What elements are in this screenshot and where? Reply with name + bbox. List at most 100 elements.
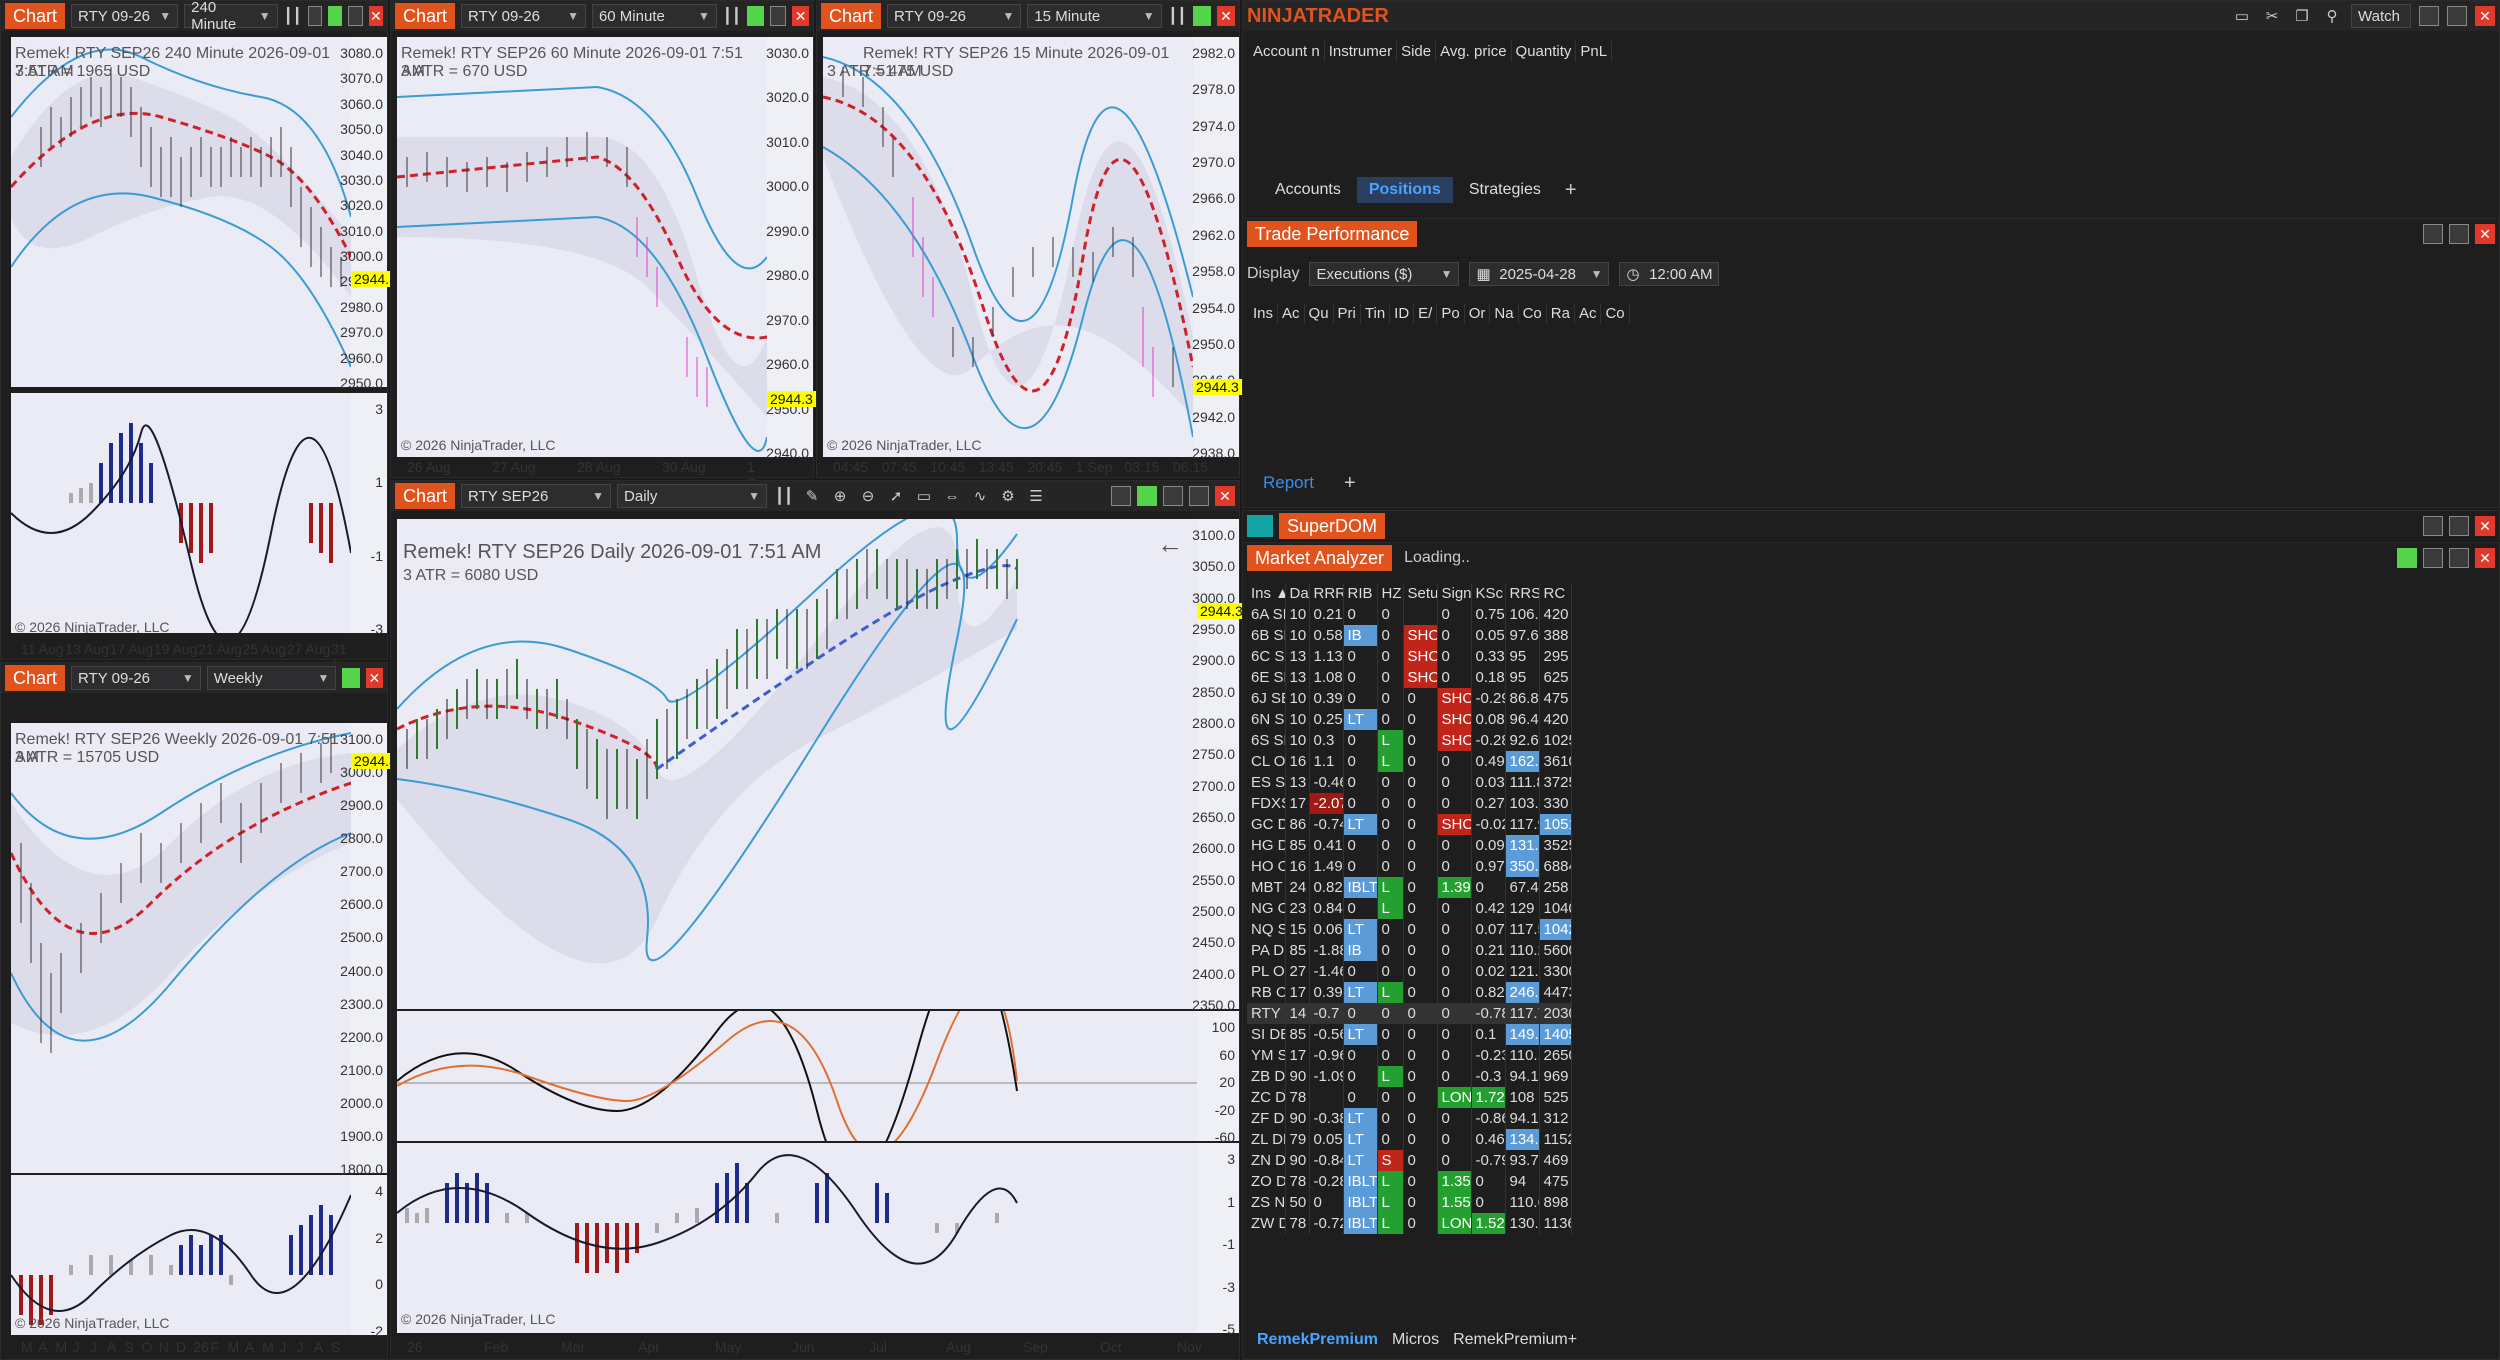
zoom-out-icon[interactable]: ⊖ — [857, 485, 879, 507]
chart-title[interactable]: Chart — [395, 483, 456, 509]
column-header[interactable]: Qu — [1304, 303, 1334, 324]
interval-selector[interactable]: Weekly ▼ — [206, 666, 337, 690]
table-row[interactable]: ZB DE90-1.090L00-0.394.1969 — [1247, 1066, 1572, 1087]
table-row[interactable]: GC DE86-0.74LT00SHOR-0.02117.910510 — [1247, 814, 1572, 835]
tools-icon[interactable]: ✂ — [2261, 5, 2283, 27]
link-green-button[interactable] — [1137, 486, 1157, 506]
chart-title[interactable]: Chart — [5, 665, 66, 691]
column-header[interactable]: PnL — [1575, 41, 1613, 62]
link-green-button[interactable] — [328, 6, 343, 26]
back-arrow-icon[interactable]: ← — [1157, 529, 1183, 560]
column-header[interactable]: Day — [1285, 583, 1310, 604]
table-row[interactable]: 6C SE131.1300SHOR00.3395295 — [1247, 646, 1572, 667]
table-row[interactable]: ZS NC500IBLTL01.550110.6898 — [1247, 1192, 1572, 1213]
price-panel[interactable]: Remek! RTY SEP26 Daily 2026-09-01 7:51 A… — [397, 519, 1197, 1009]
close-button[interactable]: ✕ — [792, 6, 810, 26]
date-picker[interactable]: ▦ 2025-04-28 ▼ — [1469, 262, 1610, 286]
column-header[interactable]: RC — [1539, 583, 1572, 604]
column-header[interactable]: Account n — [1249, 41, 1325, 62]
maximize-button[interactable] — [2449, 548, 2469, 568]
table-row[interactable]: PA DE85-1.88IB0000.21110.25600 — [1247, 940, 1572, 961]
column-header[interactable]: RIB — [1343, 583, 1378, 604]
window-toggle-button[interactable] — [1111, 486, 1131, 506]
window-toggle-button[interactable] — [307, 6, 323, 26]
close-button[interactable]: ✕ — [365, 668, 384, 688]
close-button[interactable]: ✕ — [2475, 516, 2495, 536]
table-row[interactable]: HG DE850.4100000.09131.23525 — [1247, 835, 1572, 856]
drawing-tool-icon[interactable]: ✎ — [801, 485, 823, 507]
price-panel[interactable]: Remek! RTY SEP26 240 Minute 2026-09-01 7… — [11, 37, 351, 387]
tab-strategies[interactable]: Strategies — [1457, 177, 1553, 203]
instrument-selector[interactable]: RTY 09-26 ▼ — [887, 4, 1022, 28]
minimize-button[interactable] — [2423, 224, 2443, 244]
table-row[interactable]: 6S SE100.30L0SHOR-0.2892.61025 — [1247, 730, 1572, 751]
column-header[interactable]: Ac — [1574, 303, 1602, 324]
price-axis[interactable]: 3080.0 3070.0 3060.0 3050.0 3040.0 3030.0 3020… — [340, 37, 387, 391]
bar-type-icon[interactable]: ┃┃ — [773, 485, 795, 507]
tab-positions[interactable]: Positions — [1356, 177, 1453, 203]
superdom-title[interactable]: SuperDOM — [1279, 513, 1386, 539]
minimize-button[interactable] — [2419, 6, 2439, 26]
column-header[interactable]: Na — [1489, 303, 1519, 324]
table-row[interactable]: YM SE17-0.960000-0.23110.12650 — [1247, 1045, 1572, 1066]
chart-title[interactable]: Chart — [821, 3, 882, 29]
table-row[interactable]: 6A SEI100.210000.75106.8420 — [1247, 604, 1572, 625]
display-selector[interactable]: Executions ($) ▼ — [1309, 262, 1460, 286]
table-row[interactable]: NG OC230.840L000.421291040 — [1247, 898, 1572, 919]
maximize-button[interactable] — [1189, 486, 1209, 506]
table-row[interactable]: 6N SE100.25LT00SHOR0.0896.4420 — [1247, 709, 1572, 730]
market-analyzer-title[interactable]: Market Analyzer — [1247, 545, 1393, 571]
bar-type-icon[interactable]: ┃┃ — [723, 5, 741, 27]
close-button[interactable]: ✕ — [2475, 548, 2495, 568]
workspace-icon[interactable]: ❐ — [2291, 5, 2313, 27]
table-row[interactable]: ZO DE78-0.28IBLTL01.35094475 — [1247, 1171, 1572, 1192]
time-picker[interactable]: ◷ 12:00 AM — [1619, 262, 1720, 286]
tab-remekpremium[interactable]: RemekPremium — [1257, 1331, 1378, 1349]
table-row[interactable]: ES SE13-0.4600000.03111.83725 — [1247, 772, 1572, 793]
watch-button[interactable]: Watch — [2351, 4, 2411, 28]
table-row[interactable]: RB OC170.39LTL000.82246.24473 — [1247, 982, 1572, 1003]
chart-title[interactable]: Chart — [5, 3, 66, 29]
maximize-button[interactable] — [2449, 224, 2469, 244]
link-green-button[interactable] — [2397, 548, 2417, 568]
bar-type-icon[interactable]: ┃┃ — [1168, 5, 1187, 27]
table-row[interactable]: 6E SE131.0800SHOR00.1895625 — [1247, 667, 1572, 688]
column-header[interactable]: Ac — [1277, 303, 1305, 324]
close-button[interactable]: ✕ — [368, 6, 383, 26]
column-header[interactable]: Co — [1518, 303, 1547, 324]
column-header[interactable]: Po — [1436, 303, 1465, 324]
minimize-button[interactable] — [1163, 486, 1183, 506]
column-header[interactable]: Pri — [1333, 303, 1361, 324]
column-header[interactable]: Setup — [1403, 583, 1438, 604]
add-tab-button[interactable]: + — [1344, 472, 1356, 495]
column-header[interactable]: Signa — [1437, 583, 1472, 604]
table-row[interactable]: ZL DE790.05LT0000.46134.71152 — [1247, 1129, 1572, 1150]
price-axis[interactable]: 3100.0 3000.0 2900.0 2800.0 2700.0 2600.0 2500… — [340, 723, 387, 1177]
link-green-button[interactable] — [1193, 6, 1212, 26]
column-header[interactable]: Avg. price — [1435, 41, 1512, 62]
minimize-button[interactable] — [2423, 516, 2443, 536]
table-row[interactable]: ZC DE78000LONG1.72108525 — [1247, 1087, 1572, 1108]
column-header[interactable]: Quantity — [1511, 41, 1577, 62]
chart-title[interactable]: Chart — [395, 3, 456, 29]
column-header[interactable]: ID — [1389, 303, 1415, 324]
table-row[interactable]: 6B SE100.58IB0SHOR00.0597.6388 — [1247, 625, 1572, 646]
close-button[interactable]: ✕ — [2475, 224, 2495, 244]
instrument-selector[interactable]: RTY 09-26 ▼ — [71, 666, 201, 690]
bar-spacing-icon[interactable]: ⇔ — [941, 485, 963, 507]
table-row[interactable]: HO OC161.4900000.97350.66884 — [1247, 856, 1572, 877]
link-green-button[interactable] — [746, 6, 764, 26]
tab-accounts[interactable]: Accounts — [1263, 177, 1353, 203]
minimize-button[interactable] — [348, 6, 363, 26]
indicators-icon[interactable]: ∿ — [969, 485, 991, 507]
table-row[interactable]: PL OC27-1.4600000.02121.13300 — [1247, 961, 1572, 982]
properties-icon[interactable]: ☰ — [1025, 485, 1047, 507]
close-button[interactable]: ✕ — [1217, 6, 1235, 26]
maximize-button[interactable] — [2447, 6, 2467, 26]
column-header[interactable]: Ins — [1249, 303, 1279, 324]
table-row[interactable]: 6J SEI100.39000SHOR-0.2986.8475 — [1247, 688, 1572, 709]
minimize-button[interactable] — [2423, 548, 2443, 568]
column-header[interactable]: E/ — [1413, 303, 1438, 324]
price-panel[interactable]: Remek! RTY SEP26 Weekly 2026-09-01 7:51 … — [11, 723, 351, 1173]
add-tab-button[interactable]: + — [1559, 179, 1583, 202]
